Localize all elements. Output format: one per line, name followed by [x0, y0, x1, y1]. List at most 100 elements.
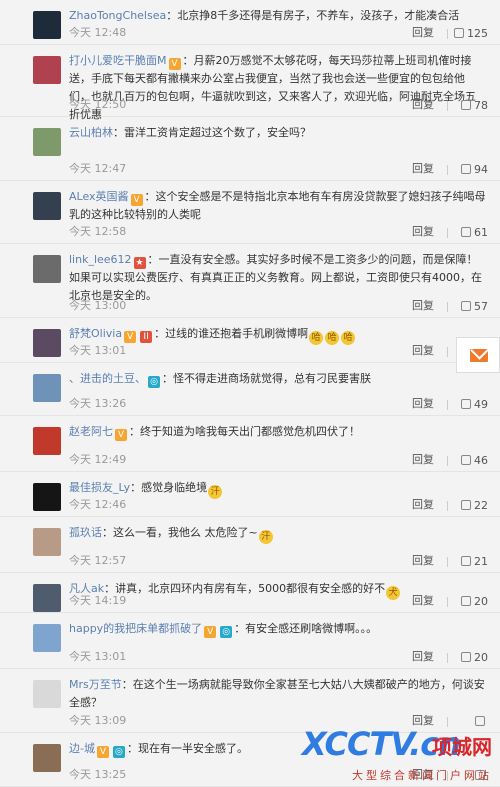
emoji-icon: 哈 [341, 331, 356, 345]
comment-item: ALex英国酱 V ：这个安全感是不是特指北京本地有车有房没贷款娶了媳妇孩子纯喝母乳… [0, 181, 500, 244]
username-link[interactable]: 赵老阿七 [69, 425, 113, 438]
like-button[interactable]: 20 [461, 651, 488, 664]
username-link[interactable]: happy的我把床单都抓破了 [69, 622, 202, 635]
comment-text: ：在这个生一场病就能导致你全家甚至七大姑八大姨都破产的地方，何谈安全感？ [69, 678, 485, 709]
mail-icon [470, 349, 488, 362]
like-button[interactable]: 46 [461, 454, 488, 467]
username-link[interactable]: 边-城 [69, 742, 95, 755]
action-divider [447, 456, 448, 466]
comment-text: ：这么一看，我他么 太危险了~ [102, 526, 258, 539]
like-button[interactable]: 125 [454, 27, 488, 40]
vip-badge-icon: V [168, 58, 181, 70]
avatar[interactable] [33, 374, 61, 402]
username-link[interactable]: 打小儿爱吃干脆面M [69, 54, 167, 67]
like-button[interactable]: 22 [461, 499, 488, 512]
reply-button[interactable]: 回复 [412, 496, 434, 512]
action-divider [447, 165, 448, 175]
username-link[interactable]: 云山柏林 [69, 126, 113, 139]
comment-body: 孤玖话：这么一看，我他么 太危险了~ 汗 [69, 524, 486, 544]
like-count: 21 [474, 555, 488, 568]
avatar[interactable] [33, 192, 61, 220]
username-link[interactable]: 舒梵Olivia [69, 327, 122, 340]
comment-text: ：感觉身临绝境 [130, 481, 208, 494]
username-link[interactable]: 孤玖话 [69, 526, 102, 539]
like-button[interactable]: 21 [461, 555, 488, 568]
comment-text: ：怪不得走进商场就觉得，总有刁民要害朕 [162, 372, 371, 385]
like-button[interactable]: 49 [461, 398, 488, 411]
avatar[interactable] [33, 744, 61, 772]
action-divider [447, 597, 448, 607]
avatar[interactable] [33, 56, 61, 84]
avatar[interactable] [33, 483, 61, 511]
username-link[interactable]: ALex英国酱 [69, 190, 129, 203]
emoji-icon: 犬 [386, 586, 401, 600]
vip-badge-icon: V [130, 194, 143, 206]
comment-item: 云山柏林：雷洋工资肯定超过这个数了，安全吗？ 今天 12:47 回复 94 [0, 117, 500, 181]
comment-time: 今天 12:48 [69, 26, 127, 39]
vip-badge-icon: V [96, 746, 109, 758]
username-link[interactable]: 最佳损友_Ly [69, 481, 130, 494]
thumbs-up-icon [461, 100, 471, 110]
like-count: 20 [474, 595, 488, 608]
avatar[interactable] [33, 528, 61, 556]
emoji-icon: 哈 [309, 331, 324, 345]
emoji-icon: 哈 [325, 331, 340, 345]
comment-time: 今天 12:58 [69, 225, 127, 238]
avatar[interactable] [33, 427, 61, 455]
cam-badge-icon: ◎ [220, 626, 233, 638]
comment-item: 最佳损友_Ly：感觉身临绝境汗今天 12:46 回复 22 [0, 472, 500, 517]
comment-time: 今天 13:25 [69, 768, 127, 781]
username-link[interactable]: 、进击的土豆、 [69, 372, 146, 385]
thumbs-up-icon [461, 399, 471, 409]
username-link[interactable]: link_lee612 [69, 253, 132, 266]
thumbs-up-icon [461, 556, 471, 566]
reply-button[interactable]: 回复 [412, 24, 434, 40]
like-button[interactable]: 20 [461, 595, 488, 608]
reply-button[interactable]: 回复 [412, 160, 434, 176]
like-button[interactable]: 94 [461, 163, 488, 176]
reply-button[interactable]: 回复 [412, 592, 434, 608]
like-count: 49 [474, 398, 488, 411]
like-button[interactable]: 57 [461, 300, 488, 313]
comment-text: ：过线的谁还抱着手机刷微博啊 [154, 327, 309, 340]
action-divider [447, 501, 448, 511]
comment-text: ：现在有一半安全感了。 [126, 742, 248, 755]
comment-body: happy的我把床单都抓破了 V ◎ ：有安全感还刷啥微博啊。。。 [69, 620, 486, 638]
comment-time: 今天 12:50 [69, 98, 127, 111]
action-divider [447, 228, 448, 238]
username-link[interactable]: Mrs万至节 [69, 678, 122, 691]
action-divider [447, 557, 448, 567]
comment-time: 今天 14:19 [69, 594, 127, 607]
action-divider [447, 101, 448, 111]
like-count: 57 [474, 300, 488, 313]
username-link[interactable]: ZhaoTongChelsea [69, 9, 166, 22]
like-count: 22 [474, 499, 488, 512]
reply-button[interactable]: 回复 [412, 342, 434, 358]
comment-text: ：北京挣8千多还得是有房子，不养车，没孩子，才能凑合活 [166, 9, 460, 22]
avatar[interactable] [33, 255, 61, 283]
avatar[interactable] [33, 584, 61, 612]
comment-text: ：讲真，北京四环内有房有车，5000都很有安全感的好不 [104, 582, 386, 595]
message-button[interactable] [456, 337, 500, 373]
reply-button[interactable]: 回复 [412, 297, 434, 313]
avatar[interactable] [33, 11, 61, 39]
reply-button[interactable]: 回复 [412, 223, 434, 239]
avatar[interactable] [33, 329, 61, 357]
emoji-icon: 汗 [208, 485, 223, 499]
like-button[interactable]: 78 [461, 99, 488, 112]
vip-badge-icon: V [204, 626, 217, 638]
reply-button[interactable]: 回复 [412, 552, 434, 568]
avatar[interactable] [33, 624, 61, 652]
reply-button[interactable]: 回复 [412, 96, 434, 112]
reply-button[interactable]: 回复 [412, 648, 434, 664]
like-button[interactable]: 61 [461, 226, 488, 239]
avatar[interactable] [33, 128, 61, 156]
reply-button[interactable]: 回复 [412, 451, 434, 467]
comment-body: ALex英国酱 V ：这个安全感是不是特指北京本地有车有房没贷款娶了媳妇孩子纯喝母乳… [69, 188, 486, 224]
thumbs-up-icon [461, 227, 471, 237]
avatar[interactable] [33, 680, 61, 708]
comment-item: ZhaoTongChelsea：北京挣8千多还得是有房子，不养车，没孩子，才能凑… [0, 0, 500, 45]
action-divider [447, 29, 448, 39]
comment-time: 今天 12:57 [69, 554, 127, 567]
reply-button[interactable]: 回复 [412, 395, 434, 411]
